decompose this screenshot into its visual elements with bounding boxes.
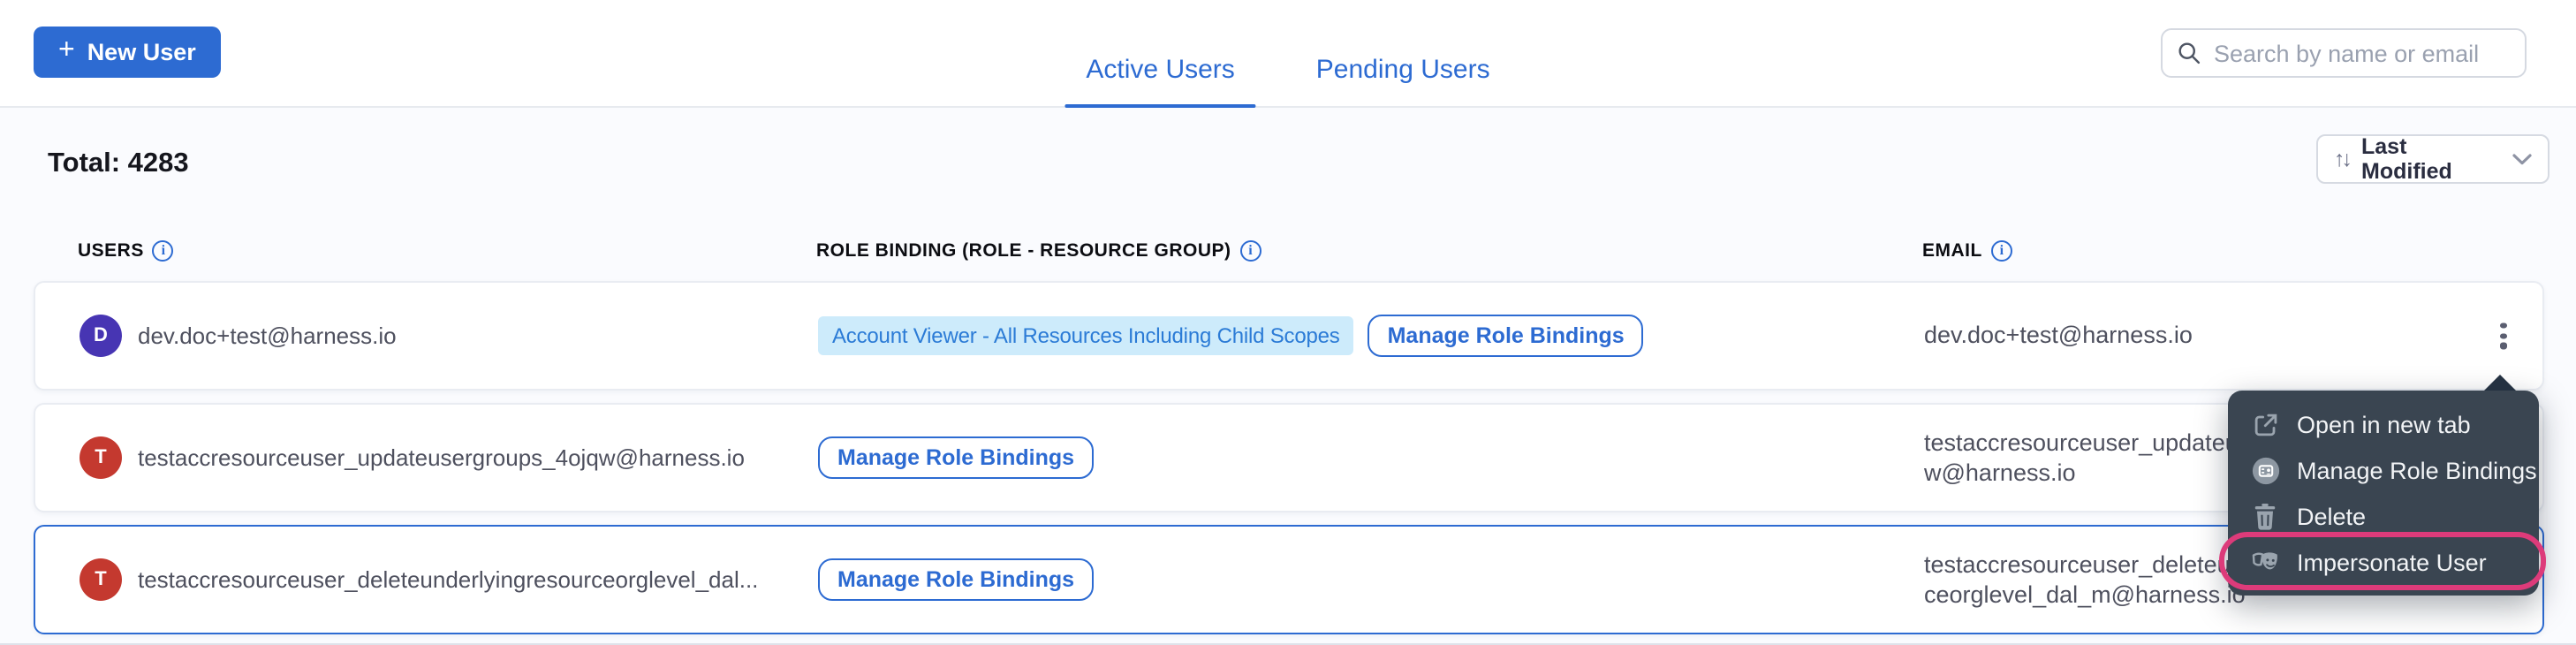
menu-item-impersonate-user[interactable]: Impersonate User [2228,539,2539,585]
search-box [2161,28,2527,78]
menu-item-label: Open in new tab [2297,411,2471,437]
tabs-bar: Active Users Pending Users [1086,0,1489,108]
table-header-row: USERS i ROLE BINDING (ROLE - RESOURCE GR… [0,240,2576,269]
info-icon[interactable]: i [1240,240,1261,262]
role-binding-cell: Account Viewer - All Resources Including… [818,315,1644,357]
manage-role-bindings-icon [2247,455,2283,485]
menu-item-open-in-new-tab[interactable]: Open in new tab [2228,401,2539,447]
menu-item-label: Impersonate User [2297,549,2487,575]
table-row-selected[interactable]: T testaccresourceuser_deleteunderlyingre… [34,525,2544,634]
column-header-users: USERS i [78,240,174,262]
sort-dropdown-label: Last Modified [2361,134,2500,184]
menu-item-label: Delete [2297,503,2366,529]
email-cell: dev.doc+test@harness.io [1924,283,2507,389]
chevron-down-icon [2512,153,2532,165]
user-management-page: + New User Active Users Pending Users To… [0,0,2576,645]
manage-role-bindings-button[interactable]: Manage Role Bindings [818,436,1094,479]
role-binding-cell: Manage Role Bindings [818,558,1094,601]
tab-pending-users[interactable]: Pending Users [1316,0,1490,108]
search-input[interactable] [2214,40,2511,66]
info-icon[interactable]: i [153,240,174,262]
table-row[interactable]: D dev.doc+test@harness.io Account Viewer… [34,281,2544,391]
column-header-email: EMAIL i [1922,240,2012,262]
context-menu-arrow [2484,375,2516,391]
tab-pending-users-label: Pending Users [1316,55,1490,85]
new-user-button-label: New User [87,39,196,65]
table-row[interactable]: T testaccresourceuser_updateusergroups_4… [34,403,2544,512]
top-bar: + New User Active Users Pending Users [0,0,2576,108]
active-tab-underline [1064,103,1255,108]
user-name: testaccresourceuser_deleteunderlyingreso… [138,566,758,593]
users-header-label: USERS [78,240,144,262]
manage-role-bindings-button[interactable]: Manage Role Bindings [1368,315,1644,357]
impersonate-user-icon [2247,549,2283,575]
info-icon[interactable]: i [1991,240,2012,262]
manage-role-bindings-button[interactable]: Manage Role Bindings [818,558,1094,601]
three-dot-menu-icon[interactable] [2482,315,2525,355]
search-icon [2177,41,2201,65]
total-count: Total: 4283 [48,148,189,180]
row-context-menu: Open in new tab Manage Role Bindings [2228,391,2539,596]
avatar: D [80,315,122,357]
delete-icon [2247,503,2283,529]
plus-icon: + [58,37,75,65]
menu-item-manage-role-bindings[interactable]: Manage Role Bindings [2228,447,2539,493]
user-name: testaccresourceuser_updateusergroups_4oj… [138,444,745,471]
avatar: T [80,436,122,479]
role-binding-cell: Manage Role Bindings [818,436,1094,479]
user-name: dev.doc+test@harness.io [138,322,397,349]
new-user-button[interactable]: + New User [34,27,221,78]
role-binding-tag: Account Viewer - All Resources Including… [818,316,1354,355]
open-in-new-tab-icon [2247,411,2283,437]
tab-active-users-label: Active Users [1086,55,1234,85]
role-binding-header-label: ROLE BINDING (ROLE - RESOURCE GROUP) [816,240,1231,262]
menu-item-delete[interactable]: Delete [2228,493,2539,539]
menu-item-label: Manage Role Bindings [2297,457,2537,483]
avatar: T [80,558,122,601]
sort-arrows-icon: ↑↓ [2334,147,2349,171]
tab-active-users[interactable]: Active Users [1086,0,1234,108]
sort-dropdown[interactable]: ↑↓ Last Modified [2316,134,2549,184]
column-header-role-binding: ROLE BINDING (ROLE - RESOURCE GROUP) i [816,240,1261,262]
email-header-label: EMAIL [1922,240,1982,262]
